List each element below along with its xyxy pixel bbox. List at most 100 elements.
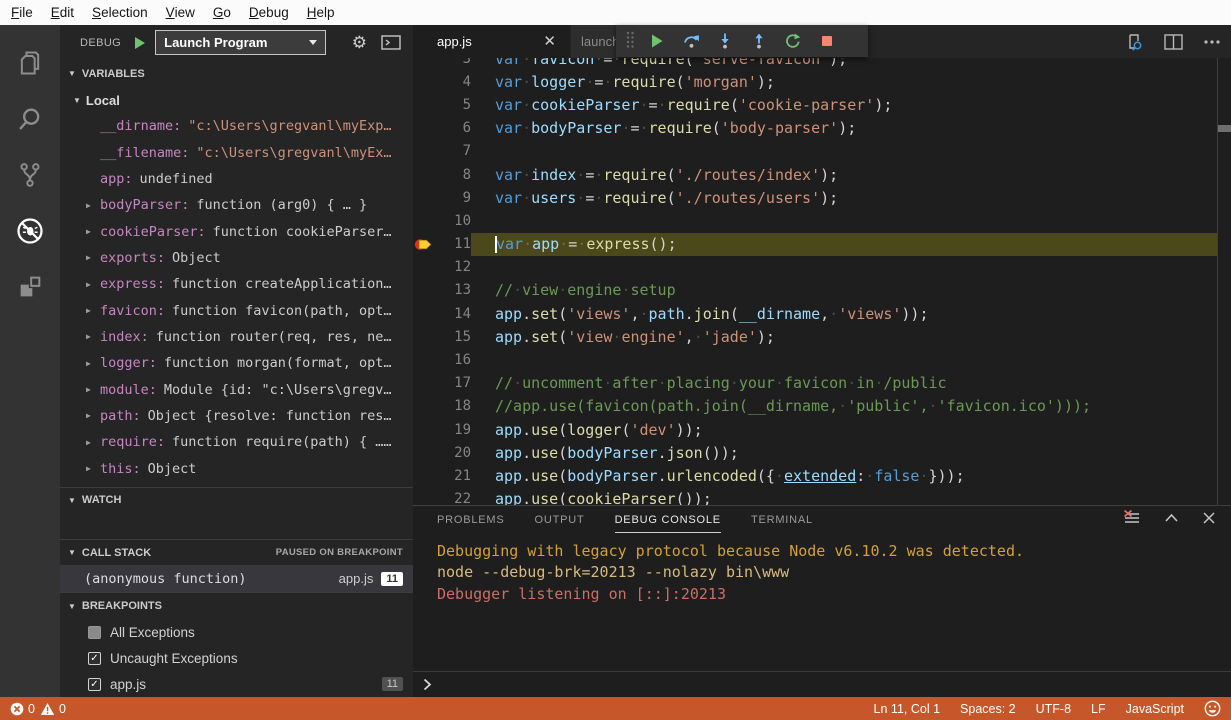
- split-editor-icon[interactable]: [1164, 34, 1183, 50]
- code-line-10[interactable]: 10: [413, 209, 1231, 232]
- feedback-smiley-icon[interactable]: [1204, 700, 1221, 717]
- menu-selection[interactable]: Selection: [83, 0, 157, 25]
- line-content[interactable]: var·logger·=·require('morgan');: [471, 70, 1217, 93]
- panel-tab-problems[interactable]: PROBLEMS: [437, 514, 505, 526]
- variable-row-express[interactable]: ▶express:function createApplication…: [60, 271, 413, 297]
- line-number[interactable]: 8: [435, 167, 471, 183]
- step-into-button[interactable]: [708, 25, 742, 57]
- configure-gear-icon[interactable]: ⚙: [352, 34, 367, 51]
- variable-row-module[interactable]: ▶module:Module {id: "c:\Users\gregv…: [60, 376, 413, 402]
- line-content[interactable]: //·view·engine·setup: [471, 279, 1217, 302]
- editor-scrollbar[interactable]: [1217, 58, 1231, 505]
- line-content[interactable]: app.use(bodyParser.urlencoded({·extended…: [471, 464, 1217, 487]
- panel-tab-terminal[interactable]: TERMINAL: [751, 514, 813, 526]
- step-over-button[interactable]: [674, 25, 708, 57]
- variable-row-__dirname[interactable]: __dirname:"c:\Users\gregvanl\myExp…: [60, 113, 413, 139]
- menu-go[interactable]: Go: [204, 0, 240, 25]
- stop-button[interactable]: [810, 25, 844, 57]
- code-line-6[interactable]: 6var·bodyParser·=·require('body-parser')…: [413, 117, 1231, 140]
- line-content[interactable]: app.use(cookieParser());: [471, 488, 1217, 505]
- line-number[interactable]: 17: [435, 375, 471, 391]
- code-editor[interactable]: 3var·favicon·=·require('serve-favicon');…: [413, 58, 1231, 505]
- code-line-8[interactable]: 8var·index·=·require('./routes/index');: [413, 163, 1231, 186]
- status-spaces-2[interactable]: Spaces: 2: [960, 702, 1016, 716]
- more-actions-icon[interactable]: [1203, 39, 1221, 45]
- code-line-7[interactable]: 7: [413, 140, 1231, 163]
- line-content[interactable]: [471, 256, 1217, 279]
- code-line-15[interactable]: 15app.set('view·engine',·'jade');: [413, 325, 1231, 348]
- close-panel-icon[interactable]: [1203, 510, 1215, 525]
- line-content[interactable]: var·favicon·=·require('serve-favicon');: [471, 58, 1217, 70]
- extensions-icon[interactable]: [0, 259, 60, 315]
- panel-tab-debug-console[interactable]: DEBUG CONSOLE: [615, 514, 721, 526]
- code-line-19[interactable]: 19app.use(logger('dev'));: [413, 418, 1231, 441]
- code-line-20[interactable]: 20app.use(bodyParser.json());: [413, 441, 1231, 464]
- checkbox-unchecked[interactable]: [88, 626, 101, 639]
- status-lf[interactable]: LF: [1091, 702, 1106, 716]
- line-content[interactable]: app.set('views',·path.join(__dirname,·'v…: [471, 302, 1217, 325]
- line-content[interactable]: [471, 140, 1217, 163]
- debug-console-input[interactable]: [440, 677, 1231, 693]
- debug-icon[interactable]: [0, 203, 60, 259]
- toolbar-drag-handle[interactable]: [624, 30, 636, 53]
- line-content[interactable]: app.use(logger('dev'));: [471, 418, 1217, 441]
- step-out-button[interactable]: [742, 25, 776, 57]
- variable-row-path[interactable]: ▶path:Object {resolve: function res…: [60, 403, 413, 429]
- source-control-icon[interactable]: [0, 147, 60, 203]
- debug-console-input-row[interactable]: [413, 671, 1231, 697]
- line-number[interactable]: 7: [435, 143, 471, 159]
- code-line-12[interactable]: 12: [413, 256, 1231, 279]
- code-line-16[interactable]: 16: [413, 348, 1231, 371]
- start-debug-button[interactable]: [133, 36, 147, 50]
- launch-config-dropdown[interactable]: Launch Program: [155, 30, 326, 55]
- line-content[interactable]: [471, 209, 1217, 232]
- line-number[interactable]: 20: [435, 445, 471, 461]
- variable-row-logger[interactable]: ▶logger:function morgan(format, opt…: [60, 350, 413, 376]
- line-number[interactable]: 21: [435, 468, 471, 484]
- line-content[interactable]: app.use(bodyParser.json());: [471, 441, 1217, 464]
- variable-row-exports[interactable]: ▶exports:Object: [60, 245, 413, 271]
- line-number[interactable]: 11: [435, 236, 471, 252]
- code-line-18[interactable]: 18//app.use(favicon(path.join(__dirname,…: [413, 395, 1231, 418]
- code-line-5[interactable]: 5var·cookieParser·=·require('cookie-pars…: [413, 93, 1231, 116]
- breakpoint-row-all-exceptions[interactable]: All Exceptions: [60, 619, 413, 645]
- error-count[interactable]: 0: [10, 702, 35, 716]
- line-content[interactable]: var·users·=·require('./routes/users');: [471, 186, 1217, 209]
- variable-row-app[interactable]: app:undefined: [60, 166, 413, 192]
- menu-file[interactable]: File: [2, 0, 42, 25]
- code-line-17[interactable]: 17//·uncomment·after·placing·your·favico…: [413, 372, 1231, 395]
- line-number[interactable]: 12: [435, 259, 471, 275]
- code-line-11[interactable]: 11var·app·=·express();: [413, 233, 1231, 256]
- panel-tab-output[interactable]: OUTPUT: [535, 514, 585, 526]
- code-line-21[interactable]: 21app.use(bodyParser.urlencoded({·extend…: [413, 464, 1231, 487]
- clear-console-icon[interactable]: [1123, 510, 1140, 525]
- line-number[interactable]: 13: [435, 282, 471, 298]
- warning-count[interactable]: 0: [40, 702, 66, 716]
- line-number[interactable]: 22: [435, 491, 471, 505]
- code-line-14[interactable]: 14app.set('views',·path.join(__dirname,·…: [413, 302, 1231, 325]
- code-line-9[interactable]: 9var·users·=·require('./routes/users');: [413, 186, 1231, 209]
- variable-row-require[interactable]: ▶require:function require(path) { ……: [60, 429, 413, 455]
- line-content[interactable]: [471, 348, 1217, 371]
- search-icon[interactable]: [0, 91, 60, 147]
- line-number[interactable]: 15: [435, 329, 471, 345]
- line-number[interactable]: 9: [435, 190, 471, 206]
- menu-help[interactable]: Help: [298, 0, 344, 25]
- scrollbar-thumb[interactable]: [1218, 125, 1231, 132]
- variable-row-cookieParser[interactable]: ▶cookieParser:function cookieParser…: [60, 218, 413, 244]
- code-line-3[interactable]: 3var·favicon·=·require('serve-favicon');: [413, 58, 1231, 70]
- open-preview-search-icon[interactable]: [1124, 32, 1144, 52]
- line-number[interactable]: 4: [435, 74, 471, 90]
- line-content[interactable]: //·uncomment·after·placing·your·favicon·…: [471, 372, 1217, 395]
- variable-row-this[interactable]: ▶this:Object: [60, 455, 413, 481]
- maximize-panel-icon[interactable]: [1164, 510, 1179, 525]
- line-number[interactable]: 6: [435, 120, 471, 136]
- breakpoint-row-app-js[interactable]: ✓app.js11: [60, 671, 413, 697]
- watch-section-header[interactable]: ▼ WATCH: [60, 488, 413, 512]
- line-number[interactable]: 3: [435, 58, 471, 67]
- call-stack-section-header[interactable]: ▼ CALL STACK PAUSED ON BREAKPOINT: [60, 540, 413, 565]
- menu-edit[interactable]: Edit: [42, 0, 83, 25]
- status-ln-11-col-1[interactable]: Ln 11, Col 1: [874, 702, 940, 716]
- call-stack-frame[interactable]: (anonymous function) app.js 11: [60, 565, 413, 592]
- variable-row-index[interactable]: ▶index:function router(req, res, ne…: [60, 324, 413, 350]
